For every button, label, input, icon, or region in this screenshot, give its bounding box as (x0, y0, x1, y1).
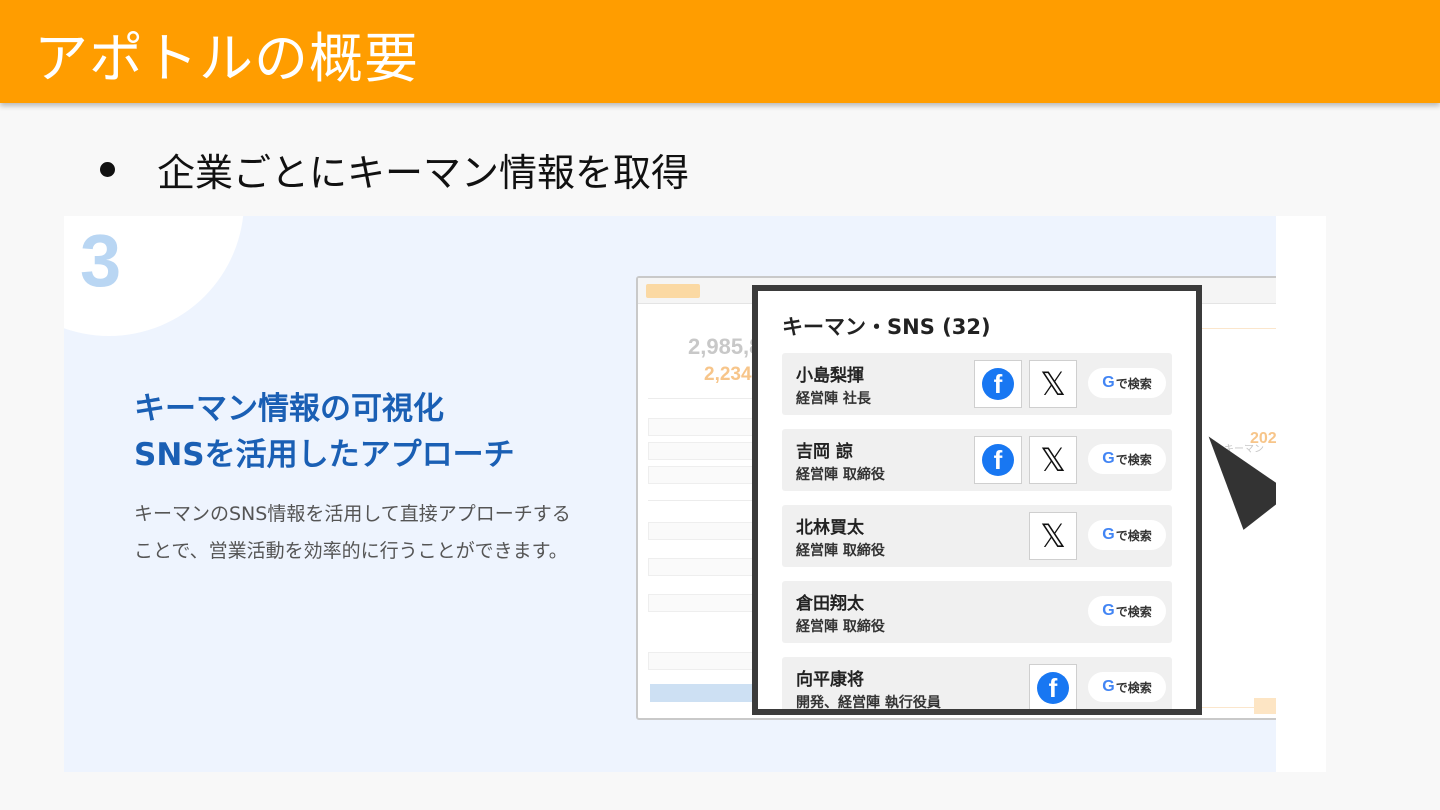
google-search-button[interactable]: G で検索 (1088, 368, 1166, 398)
keyman-card: 倉田翔太 経営陣 取締役 G で検索 (782, 581, 1172, 643)
google-search-button[interactable]: G で検索 (1088, 444, 1166, 474)
filter-field (648, 466, 756, 484)
keyman-name: 小島梨揮 (796, 366, 864, 386)
google-search-label: で検索 (1115, 376, 1152, 391)
popup-title: キーマン・SNS (32) (782, 315, 991, 339)
google-search-button[interactable]: G で検索 (1088, 596, 1166, 626)
keyman-role: 経営陣 取締役 (796, 543, 885, 559)
keyman-name: 向平康将 (796, 670, 864, 690)
x-icon: 𝕏 (1040, 441, 1066, 479)
filter-field (648, 594, 756, 612)
x-icon: 𝕏 (1040, 517, 1066, 555)
x-button[interactable]: 𝕏 (1029, 360, 1077, 408)
divider (648, 398, 758, 399)
keyman-role: 経営陣 社長 (796, 391, 871, 407)
app-logo (646, 284, 700, 298)
panel-edge (1276, 216, 1326, 772)
keyman-role: 経営陣 取締役 (796, 619, 885, 635)
keyman-card: 向平康将 開発、経営陣 執行役員 f G で検索 (782, 657, 1172, 711)
x-icon: 𝕏 (1040, 365, 1066, 403)
step-number: 3 (80, 219, 122, 302)
google-search-label: で検索 (1115, 452, 1152, 467)
bullet-text: 企業ごとにキーマン情報を取得 (157, 151, 690, 195)
x-button[interactable]: 𝕏 (1029, 436, 1077, 484)
keyman-card: 北林買太 経営陣 取締役 𝕏 G で検索 (782, 505, 1172, 567)
export-button[interactable] (1254, 698, 1276, 714)
google-search-button[interactable]: G で検索 (1088, 672, 1166, 702)
google-search-label: で検索 (1115, 528, 1152, 543)
facebook-icon: f (982, 368, 1014, 400)
filter-field (648, 442, 756, 460)
filter-field (648, 522, 756, 540)
google-search-button[interactable]: G で検索 (1088, 520, 1166, 550)
divider (648, 500, 758, 501)
google-icon: G (1102, 526, 1115, 543)
keyman-card: 小島梨揮 経営陣 社長 f 𝕏 G で検索 (782, 353, 1172, 415)
slide-header: アポトルの概要 (0, 0, 1440, 103)
keyman-name: 吉岡 諒 (796, 442, 853, 462)
x-button[interactable]: 𝕏 (1029, 512, 1077, 560)
facebook-button[interactable]: f (974, 360, 1022, 408)
feature-description: キーマンのSNS情報を活用して直接アプローチすることで、営業活動を効率的に行うこ… (134, 503, 571, 562)
keyman-role: 経営陣 取締役 (796, 467, 885, 483)
stat-keymen: 2,234, (704, 364, 757, 385)
keyman-name: 倉田翔太 (796, 594, 864, 614)
keyman-card: 吉岡 諒 経営陣 取締役 f 𝕏 G で検索 (782, 429, 1172, 491)
feature-heading-line1: キーマン情報の可視化 (134, 391, 444, 427)
facebook-button[interactable]: f (1029, 664, 1077, 709)
feature-heading-line2: SNSを活用したアプローチ (134, 437, 515, 473)
google-search-label: で検索 (1115, 680, 1152, 695)
google-search-label: で検索 (1115, 604, 1152, 619)
keyman-role: 開発、経営陣 執行役員 (796, 695, 941, 711)
filter-field (648, 652, 756, 670)
bullet-dot (100, 162, 115, 177)
facebook-icon: f (982, 444, 1014, 476)
keyman-name: 北林買太 (796, 518, 864, 538)
feature-heading: キーマン情報の可視化 SNSを活用したアプローチ (134, 386, 515, 478)
search-button[interactable] (650, 684, 756, 702)
google-icon: G (1102, 450, 1115, 467)
facebook-icon: f (1037, 672, 1069, 704)
stat-companies: 2,985,8 (688, 334, 762, 359)
google-icon: G (1102, 678, 1115, 695)
facebook-button[interactable]: f (974, 436, 1022, 484)
bullet-item: 企業ごとにキーマン情報を取得 (100, 142, 689, 197)
google-icon: G (1102, 374, 1115, 391)
filter-field (648, 558, 756, 576)
slide-title: アポトルの概要 (34, 27, 419, 90)
keyman-sns-popup: キーマン・SNS (32) 小島梨揮 経営陣 社長 f 𝕏 G で検索 吉岡 諒… (752, 285, 1202, 715)
google-icon: G (1102, 602, 1115, 619)
filter-field (648, 418, 756, 436)
